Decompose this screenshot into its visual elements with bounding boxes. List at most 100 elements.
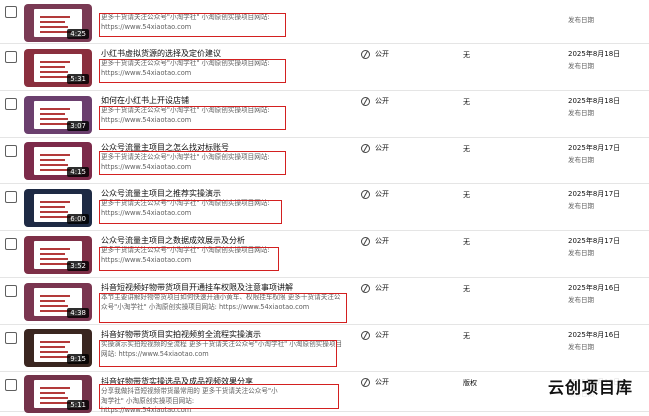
video-thumbnail[interactable]: 3:52 [24, 236, 92, 274]
date-status: 发布日期 [568, 16, 594, 24]
video-thumbnail[interactable]: 5:11 [24, 375, 92, 413]
publish-date: 2025年8月17日 [568, 190, 621, 198]
date-status: 发布日期 [568, 202, 594, 210]
visibility-cell[interactable]: 公开 [361, 283, 389, 293]
thumbnail-line [40, 351, 68, 353]
thumbnail-line [40, 253, 65, 255]
table-row[interactable]: 4:25 更多干货请关注公众号"小淘学社" 小淘原创实操项目网站: https:/… [0, 0, 649, 44]
video-title[interactable]: 如何在小红书上开设店铺 [101, 95, 189, 106]
video-thumbnail[interactable]: 3:07 [24, 96, 92, 134]
video-title[interactable]: 公众号流量主项目之推荐实操演示 [101, 188, 221, 199]
visibility-cell[interactable]: 公开 [361, 143, 389, 153]
row-checkbox[interactable] [5, 145, 17, 157]
globe-icon [361, 189, 370, 199]
thumbnail-line [40, 387, 70, 389]
date-status: 发布日期 [568, 109, 594, 117]
thumbnail-line [40, 211, 68, 213]
thumbnail-line [40, 300, 65, 302]
table-row[interactable]: 4:15 公众号流量主项目之怎么找对标账号 更多干货请关注公众号"小淘学社" 小淘原… [0, 137, 649, 184]
date-status: 发布日期 [568, 62, 594, 70]
thumbnail-line [40, 71, 68, 73]
restriction-cell: 无 [463, 332, 470, 340]
thumbnail-line [40, 206, 65, 208]
row-checkbox[interactable] [5, 285, 17, 297]
video-title[interactable]: 抖音短视频好物带货项目开通挂车权限及注意事项讲解 [101, 282, 293, 293]
thumbnail-line [40, 26, 68, 28]
visibility-cell[interactable]: 公开 [361, 189, 389, 199]
watermark: 云创项目库 [548, 374, 634, 398]
description-highlight-box [99, 59, 286, 83]
video-title[interactable]: 公众号流量主项目之数据成效展示及分析 [101, 235, 245, 246]
video-title[interactable]: 小红书虚拟货源的选择及定价建议 [101, 48, 221, 59]
table-row[interactable]: 5:31 小红书虚拟货源的选择及定价建议 更多干货请关注公众号"小淘学社" 小淘原创… [0, 43, 649, 91]
thumbnail-line [40, 295, 70, 297]
date-status: 发布日期 [568, 296, 594, 304]
globe-icon [361, 236, 370, 246]
video-thumbnail[interactable]: 4:25 [24, 4, 92, 42]
visibility-label: 公开 [375, 331, 389, 339]
duration-badge: 3:07 [67, 121, 89, 131]
video-thumbnail[interactable]: 4:15 [24, 142, 92, 180]
video-title[interactable]: 抖音好物带货项目实拍视频剪全流程实操演示 [101, 329, 261, 340]
row-checkbox[interactable] [5, 6, 17, 18]
globe-icon [361, 377, 370, 387]
table-row[interactable]: 3:52 公众号流量主项目之数据成效展示及分析 更多干货请关注公众号"小淘学社" 小… [0, 230, 649, 278]
visibility-cell[interactable]: 公开 [361, 49, 389, 59]
publish-date: 2025年8月18日 [568, 50, 621, 58]
row-checkbox[interactable] [5, 98, 17, 110]
globe-icon [361, 283, 370, 293]
row-checkbox[interactable] [5, 332, 17, 344]
duration-badge: 4:38 [67, 308, 89, 318]
row-checkbox[interactable] [5, 191, 17, 203]
row-checkbox[interactable] [5, 51, 17, 63]
thumbnail-line [40, 113, 65, 115]
row-checkbox[interactable] [5, 379, 17, 391]
description-highlight-box [99, 106, 286, 130]
visibility-label: 公开 [375, 50, 389, 58]
table-row[interactable]: 4:38 抖音短视频好物带货项目开通挂车权限及注意事项讲解 本节主要讲解好物带货项目… [0, 277, 649, 325]
duration-badge: 9:15 [67, 354, 89, 364]
video-thumbnail[interactable]: 6:00 [24, 189, 92, 227]
description-highlight-box [99, 247, 279, 271]
table-row[interactable]: 9:15 抖音好物带货项目实拍视频剪全流程实操演示 实操演示实拍短视频的全流程 更多… [0, 324, 649, 372]
video-thumbnail[interactable]: 4:38 [24, 283, 92, 321]
visibility-cell[interactable]: 公开 [361, 96, 389, 106]
thumbnail-line [40, 159, 65, 161]
visibility-cell[interactable]: 公开 [361, 236, 389, 246]
description-highlight-box [99, 340, 337, 367]
visibility-label: 公开 [375, 284, 389, 292]
thumbnail-line [40, 392, 65, 394]
globe-icon [361, 143, 370, 153]
restriction-cell: 版权 [463, 379, 477, 387]
restriction-cell: 无 [463, 98, 470, 106]
thumbnail-line [40, 164, 68, 166]
date-status: 发布日期 [568, 249, 594, 257]
visibility-label: 公开 [375, 378, 389, 386]
restriction-cell: 无 [463, 191, 470, 199]
globe-icon [361, 49, 370, 59]
thumbnail-line [40, 108, 70, 110]
description-highlight-box [99, 151, 286, 175]
thumbnail-line [40, 305, 68, 307]
visibility-cell[interactable]: 公开 [361, 330, 389, 340]
thumbnail-line [40, 154, 70, 156]
globe-icon [361, 96, 370, 106]
row-checkbox[interactable] [5, 238, 17, 250]
description-highlight-box [99, 384, 339, 409]
restriction-cell: 无 [463, 145, 470, 153]
video-thumbnail[interactable]: 5:31 [24, 49, 92, 87]
publish-date: 2025年8月18日 [568, 97, 621, 105]
publish-date: 2025年8月16日 [568, 331, 621, 339]
table-row[interactable]: 6:00 公众号流量主项目之推荐实操演示 更多干货请关注公众号"小淘学社" 小淘原创… [0, 183, 649, 231]
restriction-cell: 无 [463, 51, 470, 59]
globe-icon [361, 330, 370, 340]
duration-badge: 4:25 [67, 29, 89, 39]
duration-badge: 5:31 [67, 74, 89, 84]
thumbnail-line [40, 258, 68, 260]
thumbnail-line [40, 118, 68, 120]
video-thumbnail[interactable]: 9:15 [24, 329, 92, 367]
thumbnail-line [40, 21, 65, 23]
visibility-cell[interactable]: 公开 [361, 377, 389, 387]
publish-date: 2025年8月16日 [568, 284, 621, 292]
table-row[interactable]: 3:07 如何在小红书上开设店铺 更多干货请关注公众号"小淘学社" 小淘原创实操项目… [0, 90, 649, 138]
